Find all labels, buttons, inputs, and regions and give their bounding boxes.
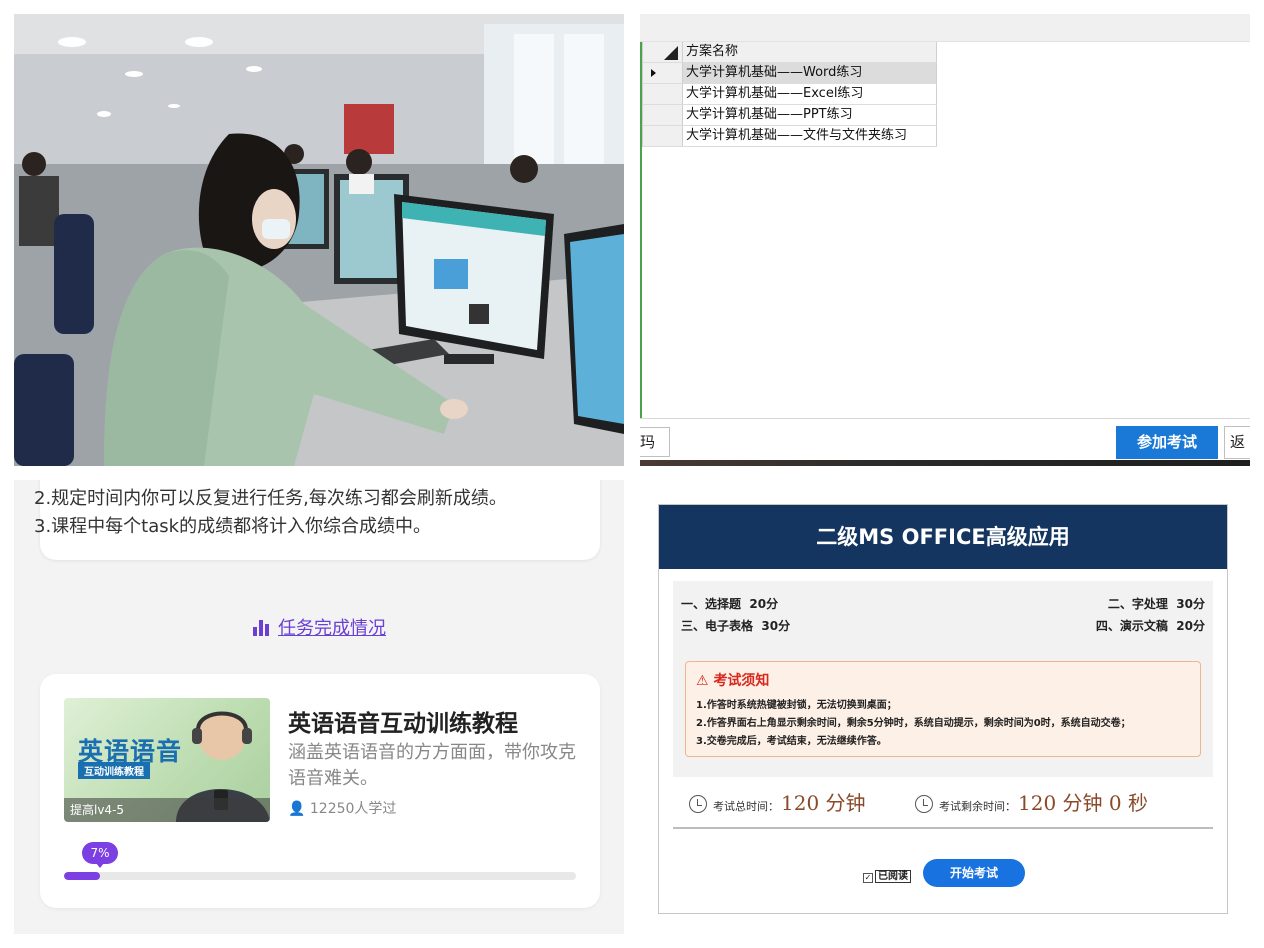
row-header[interactable]	[643, 126, 683, 146]
thumbnail-level: 提高lv4-5	[64, 798, 270, 822]
table-row[interactable]: 大学计算机基础——PPT练习	[643, 105, 937, 126]
notice-title: ⚠ 考试须知	[696, 670, 769, 690]
read-checkbox[interactable]: ✓ 已阅读	[863, 867, 911, 883]
scheme-name-cell[interactable]: 大学计算机基础——Excel练习	[683, 84, 937, 104]
exam-title: 二级MS OFFICE高级应用	[659, 505, 1227, 569]
warning-icon: ⚠	[696, 673, 709, 689]
clock-icon	[915, 795, 933, 813]
classroom-photo-illustration	[14, 14, 624, 466]
checkbox-icon[interactable]: ✓	[863, 873, 873, 883]
table-row[interactable]: 大学计算机基础——文件与文件夹练习	[643, 126, 937, 147]
start-exam-button[interactable]: 开始考试	[923, 859, 1025, 887]
remaining-time: 考试剩余时间： 120 分钟 0 秒	[915, 787, 1148, 816]
section-points: 30分	[761, 619, 791, 633]
row-header[interactable]	[643, 63, 683, 83]
column-header-scheme-name[interactable]: 方案名称	[683, 42, 937, 62]
progress-fill	[64, 872, 100, 880]
exam-notice-box: ⚠ 考试须知 1.作答时系统热键被封锁，无法切换到桌面； 2.作答界面右上角显示…	[685, 661, 1201, 757]
row-header[interactable]	[643, 84, 683, 104]
classroom-photo	[14, 14, 624, 466]
total-time: 考试总时间： 120 分钟	[689, 787, 866, 816]
section-choice: 一、选择题 20分	[681, 595, 778, 612]
section-word: 二、字处理 30分	[1108, 595, 1205, 612]
remaining-time-label: 考试剩余时间：	[939, 800, 1016, 813]
section-name: 三、电子表格	[681, 619, 754, 633]
grid-corner[interactable]	[643, 42, 683, 62]
section-name: 一、选择题	[681, 597, 742, 611]
code-input[interactable]: 玛	[640, 427, 670, 457]
section-excel: 三、电子表格 30分	[681, 617, 790, 634]
course-title[interactable]: 英语语音互动训练教程	[288, 704, 518, 738]
progress-badge: 7%	[82, 842, 118, 868]
join-exam-button[interactable]: 参加考试	[1116, 426, 1218, 459]
section-points: 20分	[1176, 619, 1205, 633]
scheme-name-cell[interactable]: 大学计算机基础——Word练习	[683, 63, 937, 83]
total-time-value: 120 分钟	[781, 791, 866, 815]
rule-line-3: 3.课程中每个task的成绩都将计入你综合成绩中。	[34, 516, 432, 537]
course-description: 涵盖英语语音的方方面面，带你攻克语音难关。	[288, 742, 576, 789]
section-points: 30分	[1176, 597, 1205, 611]
score-section: 一、选择题 20分 二、字处理 30分 三、电子表格 30分 四、演示文稿 20…	[673, 581, 1213, 777]
table-row[interactable]: 大学计算机基础——Word练习	[643, 63, 937, 84]
course-card[interactable]: 英语语音 互动训练教程 提高lv4-5 英语语音互动训练教程 涵盖英语语音的方方…	[40, 674, 600, 908]
user-icon: 👤	[288, 801, 306, 817]
bar-chart-icon	[252, 618, 270, 641]
learner-count: 👤 12250人学过	[288, 798, 396, 818]
course-thumbnail[interactable]: 英语语音 互动训练教程 提高lv4-5	[64, 698, 270, 822]
select-all-icon	[664, 46, 678, 60]
section-name: 二、字处理	[1107, 597, 1168, 611]
window-top-bar	[640, 14, 1250, 42]
exam-scheme-window: 方案名称 大学计算机基础——Word练习 大学计算机基础——Excel练习 大学…	[640, 14, 1250, 466]
table-row[interactable]: 大学计算机基础——Excel练习	[643, 84, 937, 105]
total-time-label: 考试总时间：	[713, 800, 779, 813]
course-mobile-view: 2.规定时间内你可以反复进行任务,每次练习都会刷新成绩。 3.课程中每个task…	[14, 480, 624, 934]
task-status-label[interactable]: 任务完成情况	[278, 618, 386, 639]
scheme-name-cell[interactable]: 大学计算机基础——PPT练习	[683, 105, 937, 125]
learner-count-text: 12250人学过	[309, 801, 397, 817]
scheme-name-cell[interactable]: 大学计算机基础——文件与文件夹练习	[683, 126, 937, 146]
section-ppt: 四、演示文稿 20分	[1096, 617, 1205, 634]
read-label[interactable]: 已阅读	[875, 870, 911, 883]
bottom-toolbar: 玛 参加考试 返	[640, 418, 1250, 466]
scheme-grid: 方案名称 大学计算机基础——Word练习 大学计算机基础——Excel练习 大学…	[642, 42, 937, 147]
progress-bar	[64, 872, 576, 880]
section-points: 20分	[749, 597, 779, 611]
taskbar-strip	[640, 460, 1250, 466]
section-name: 四、演示文稿	[1095, 619, 1168, 633]
notice-line-1: 1.作答时系统热键被封锁，无法切换到桌面；	[696, 700, 897, 711]
notice-line-3: 3.交卷完成后，考试结束，无法继续作答。	[696, 736, 887, 747]
divider	[673, 827, 1213, 829]
return-button[interactable]: 返	[1224, 426, 1250, 459]
grid-header-row: 方案名称	[643, 42, 937, 63]
exam-start-dialog: 二级MS OFFICE高级应用 一、选择题 20分 二、字处理 30分 三、电子…	[640, 480, 1250, 934]
notice-title-text: 考试须知	[713, 673, 770, 689]
clock-icon	[689, 795, 707, 813]
dialog-frame: 二级MS OFFICE高级应用 一、选择题 20分 二、字处理 30分 三、电子…	[658, 504, 1228, 914]
thumbnail-subtitle: 互动训练教程	[78, 762, 150, 779]
notice-line-2: 2.作答界面右上角显示剩余时间，剩余5分钟时，系统自动提示，剩余时间为0时，系统…	[696, 718, 1131, 729]
row-header[interactable]	[643, 105, 683, 125]
current-row-arrow-icon	[651, 69, 656, 77]
rule-line-2: 2.规定时间内你可以反复进行任务,每次练习都会刷新成绩。	[34, 488, 507, 509]
task-status-link[interactable]: 任务完成情况	[14, 614, 624, 641]
remaining-time-value: 120 分钟 0 秒	[1018, 791, 1148, 815]
